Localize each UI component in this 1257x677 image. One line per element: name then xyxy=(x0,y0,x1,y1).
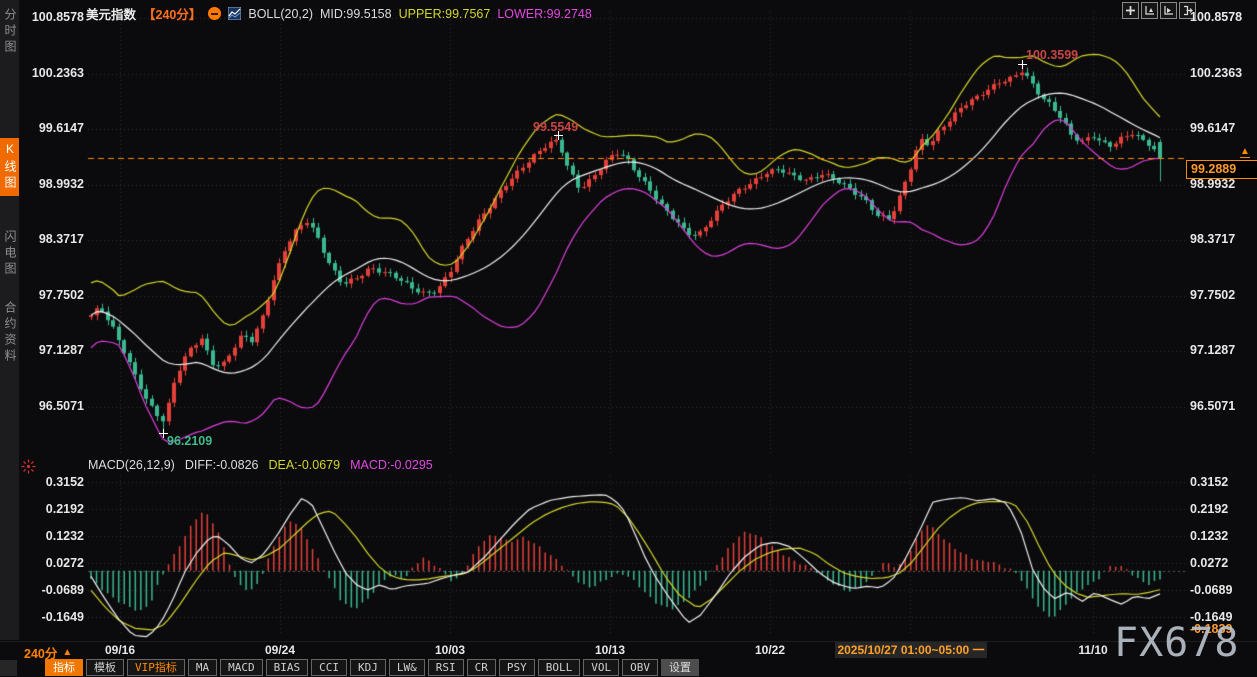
macd-macd-value: MACD:-0.0295 xyxy=(350,458,433,472)
indicator-toolbar: 指标 模板 VIP指标 MA MACD BIAS CCI KDJ LW& RSI… xyxy=(45,659,699,676)
watermark: FX678 xyxy=(1114,620,1240,666)
macd-axis-label: 0.0272 xyxy=(1190,556,1229,570)
move-crosshair-icon[interactable] xyxy=(1122,2,1139,19)
price-axis-label: 99.6147 xyxy=(1190,121,1236,135)
cross-marker xyxy=(1018,60,1027,69)
toolbar-item-kdj[interactable]: KDJ xyxy=(350,659,386,676)
tab-label: 分时图 xyxy=(3,8,17,56)
toolbar-item-obv[interactable]: OBV xyxy=(622,659,658,676)
boll-lower-value: LOWER:99.2748 xyxy=(497,6,592,21)
toolbar-item-cr[interactable]: CR xyxy=(466,659,496,676)
price-axis-label: 97.1287 xyxy=(1190,343,1236,357)
sidebar-tab-flash[interactable]: 闪电图 xyxy=(0,226,19,282)
macd-axis-label: 0.1232 xyxy=(1190,529,1229,543)
left-sidebar: 分时图 K线图 闪电图 合约资料 xyxy=(0,0,19,640)
price-axis-label: 98.3717 xyxy=(1190,232,1236,246)
price-macd-chart-canvas[interactable] xyxy=(0,0,1257,677)
macd-axis-label: 0.3152 xyxy=(1190,475,1229,489)
sidebar-tab-contract-info[interactable]: 合约资料 xyxy=(0,297,19,369)
sidebar-tab-kline[interactable]: K线图 xyxy=(0,138,19,196)
macd-diff-value: DIFF:-0.0826 xyxy=(184,458,259,472)
alert-starburst-icon xyxy=(21,459,36,474)
axis-zoom-in-icon[interactable] xyxy=(1141,2,1158,19)
price-axis-label: 100.8578 xyxy=(1190,10,1243,24)
toolbar-item-boll[interactable]: BOLL xyxy=(537,659,581,676)
toolbar-item-psy[interactable]: PSY xyxy=(498,659,535,676)
mini-chart-icon xyxy=(228,7,242,20)
cross-marker xyxy=(159,429,168,438)
macd-axis-label: -0.0689 xyxy=(1190,583,1233,597)
macd-params: MACD(26,12,9) xyxy=(88,458,175,472)
chart-header: 美元指数 【240分】 BOLL(20,2) MID:99.5158 UPPER… xyxy=(86,4,592,23)
trading-chart-window: 分时图 K线图 闪电图 合约资料 美元指数 【240分】 BOLL(20,2) … xyxy=(0,0,1257,677)
macd-header: MACD(26,12,9) DIFF:-0.0826 DEA:-0.0679 M… xyxy=(88,458,433,472)
current-price-box: 99.2889 xyxy=(1186,160,1257,179)
toolbar-item-ma[interactable]: MA xyxy=(187,659,218,676)
tab-label: 合约资料 xyxy=(3,301,17,365)
toolbar-item-template[interactable]: 模板 xyxy=(86,659,124,676)
toolbar-item-rsi[interactable]: RSI xyxy=(427,659,464,676)
toolbar-item-indicator[interactable]: 指标 xyxy=(45,659,83,676)
date-tick: 09/16 xyxy=(104,643,136,657)
cross-marker xyxy=(554,131,563,140)
swing-low-annotation: 96.2109 xyxy=(167,434,213,448)
price-axis-label: 97.7502 xyxy=(38,288,84,302)
toolbar-item-bias[interactable]: BIAS xyxy=(265,659,309,676)
toolbar-item-vip[interactable]: VIP指标 xyxy=(127,659,185,676)
toolbar-item-vol[interactable]: VOL xyxy=(583,659,620,676)
symbol-name: 美元指数 xyxy=(86,8,137,22)
macd-axis-label: 0.1232 xyxy=(45,529,84,543)
macd-axis-label: 0.0272 xyxy=(45,556,84,570)
price-axis-label: 96.5071 xyxy=(1190,399,1236,413)
date-tick: 10/22 xyxy=(754,643,786,657)
sidebar-tab-timeline[interactable]: 分时图 xyxy=(0,4,19,60)
chart-toolbar xyxy=(1122,2,1196,19)
toolbar-item-cci[interactable]: CCI xyxy=(311,659,347,676)
collapse-minus-icon[interactable] xyxy=(208,7,222,20)
toolbar-item-lw[interactable]: LW& xyxy=(388,659,425,676)
macd-dea-value: DEA:-0.0679 xyxy=(268,458,341,472)
boll-mid-value: MID:99.5158 xyxy=(320,6,392,21)
macd-axis-label: 0.2192 xyxy=(45,502,84,516)
crosshair-datetime-label: 2025/10/27 01:00~05:00 一 xyxy=(835,642,987,658)
date-tick: 11/10 xyxy=(1078,643,1108,657)
price-axis-label: 97.1287 xyxy=(38,343,84,357)
price-axis-label: 98.9932 xyxy=(1190,177,1236,191)
corner-box xyxy=(0,660,17,676)
price-axis-label: 100.2363 xyxy=(1190,66,1243,80)
swing-high-annotation: 100.3599 xyxy=(1026,48,1079,62)
triangle-up-icon: ▲ xyxy=(62,647,73,658)
tab-label: K线图 xyxy=(3,142,17,192)
boll-upper-value: UPPER:99.7567 xyxy=(398,6,491,21)
price-axis-label: 98.9932 xyxy=(38,177,84,191)
macd-axis-label: 0.3152 xyxy=(45,475,84,489)
price-up-arrow-icon: ▲ xyxy=(1240,146,1250,158)
macd-axis-label: 0.2192 xyxy=(1190,502,1229,516)
price-axis-label: 96.5071 xyxy=(38,399,84,413)
date-axis-row: 240分 ▲ 09/16 09/24 10/03 10/13 10/22 202… xyxy=(0,641,1257,661)
period-label: 【240分】 xyxy=(143,8,202,22)
macd-axis-label: -0.0689 xyxy=(41,583,84,597)
boll-params: BOLL(20,2) xyxy=(248,6,313,21)
date-tick: 09/24 xyxy=(264,643,296,657)
toolbar-item-settings[interactable]: 设置 xyxy=(661,659,699,676)
price-axis-label: 97.7502 xyxy=(1190,288,1236,302)
price-axis-label: 100.8578 xyxy=(31,10,84,24)
price-axis-label: 100.2363 xyxy=(31,66,84,80)
axis-zoom-out-icon[interactable] xyxy=(1160,2,1177,19)
price-axis-label: 98.3717 xyxy=(38,232,84,246)
date-tick: 10/03 xyxy=(434,643,466,657)
toolbar-item-macd[interactable]: MACD xyxy=(220,659,263,676)
macd-axis-label: -0.1649 xyxy=(41,610,84,624)
price-axis-label: 99.6147 xyxy=(38,121,84,135)
tab-label: 闪电图 xyxy=(3,230,17,278)
date-tick: 10/13 xyxy=(594,643,626,657)
